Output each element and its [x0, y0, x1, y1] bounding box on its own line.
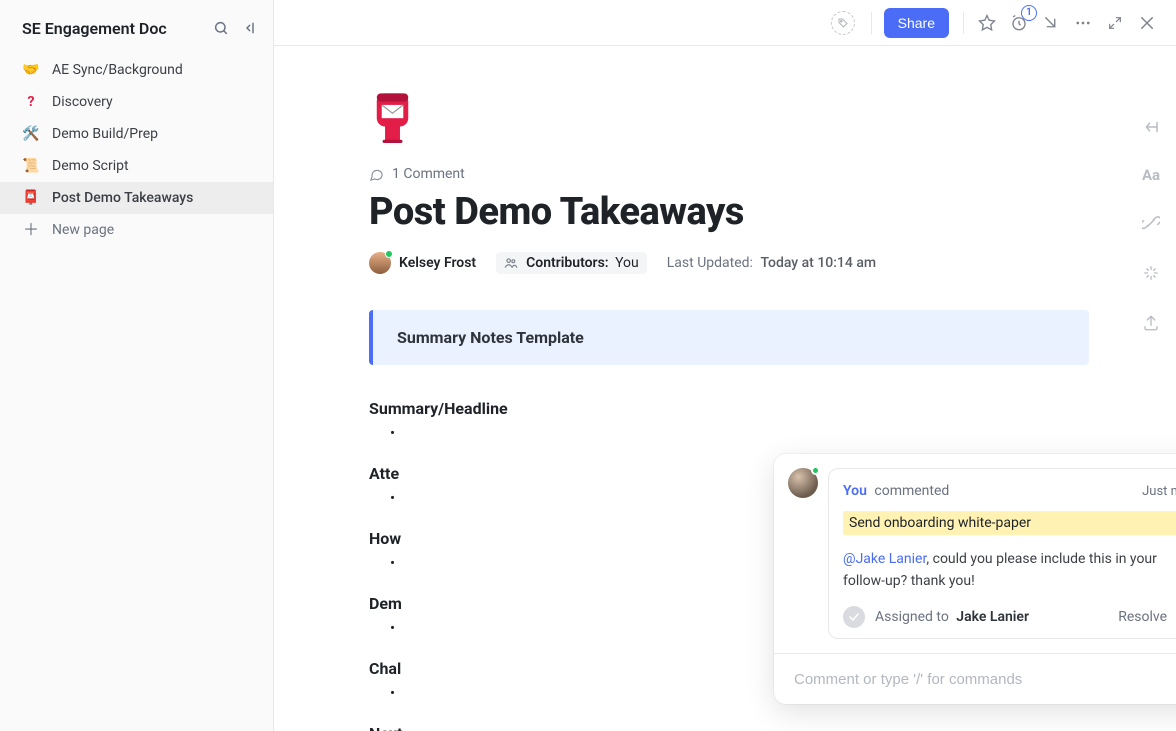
comment-author: You commented: [843, 483, 949, 499]
assigned-name: Jake Lanier: [956, 609, 1029, 625]
comment-input[interactable]: [792, 670, 1176, 689]
close-icon[interactable]: [1132, 8, 1162, 38]
notification-badge: 1: [1021, 5, 1037, 21]
divider: [963, 12, 964, 34]
comment-message: @Jake Lanier, could you please include t…: [843, 549, 1176, 592]
scroll-icon: 📜: [22, 158, 40, 174]
comment-popup: You commented Just now Send onboarding w…: [774, 454, 1176, 704]
collapse-sidebar-icon[interactable]: [239, 16, 263, 40]
author-you: You: [843, 483, 867, 499]
reminder-icon[interactable]: 1: [1004, 8, 1034, 38]
question-icon: ?: [22, 94, 40, 110]
updated-value: Today at 10:14 am: [760, 255, 876, 271]
sidebar-item-label: AE Sync/Background: [52, 62, 183, 78]
text-style-icon[interactable]: Aa: [1142, 166, 1160, 184]
sidebar-header: SE Engagement Doc: [0, 6, 273, 52]
action-commented: commented: [874, 483, 949, 499]
contributors-label: Contributors:: [526, 255, 608, 271]
link-icon[interactable]: [1140, 212, 1162, 234]
topbar: Share 1: [274, 0, 1176, 46]
updated-label: Last Updated:: [667, 255, 753, 271]
sidebar-item-discovery[interactable]: ? Discovery: [0, 86, 273, 118]
sidebar-item-label: Discovery: [52, 94, 113, 110]
section-next: Next: [369, 724, 1089, 731]
contributors-value: You: [615, 255, 639, 271]
sidebar-item-demo-build[interactable]: 🛠️ Demo Build/Prep: [0, 118, 273, 150]
assigned-label: Assigned to: [875, 609, 949, 625]
sparkle-icon[interactable]: [1140, 262, 1162, 284]
expand-icon[interactable]: [1100, 8, 1130, 38]
section-summary: Summary/Headline: [369, 399, 1089, 418]
postbox-icon: 📮: [22, 190, 40, 206]
owner-name: Kelsey Frost: [399, 255, 476, 271]
sidebar-item-post-demo[interactable]: 📮 Post Demo Takeaways: [0, 182, 273, 214]
comments-count-text: 1 Comment: [392, 166, 465, 182]
comment-card: You commented Just now Send onboarding w…: [828, 468, 1176, 639]
empty-bullet[interactable]: [370, 424, 1089, 446]
sidebar-item-label: Demo Build/Prep: [52, 126, 158, 142]
tag-icon[interactable]: [831, 11, 855, 35]
star-icon[interactable]: [972, 8, 1002, 38]
sidebar-new-page[interactable]: ＋ New page: [0, 214, 273, 246]
main: Share 1: [274, 0, 1176, 731]
comment-time: Just now: [1142, 484, 1176, 499]
tools-icon: 🛠️: [22, 126, 40, 142]
mention-link[interactable]: @Jake Lanier: [843, 551, 926, 567]
plus-icon: ＋: [22, 222, 40, 238]
quoted-text: Send onboarding white-paper: [843, 511, 1176, 535]
new-page-label: New page: [52, 222, 114, 238]
avatar: [369, 252, 391, 274]
page-meta: Kelsey Frost Contributors: You Last Upda…: [369, 252, 1089, 274]
more-icon[interactable]: [1068, 8, 1098, 38]
divider: [871, 12, 872, 34]
sidebar-item-ae-sync[interactable]: 🤝 AE Sync/Background: [0, 54, 273, 86]
page-title: Post Demo Takeaways: [369, 190, 1089, 234]
sidebar-item-label: Demo Script: [52, 158, 129, 174]
outdent-icon[interactable]: [1140, 116, 1162, 138]
search-icon[interactable]: [209, 16, 233, 40]
share-button[interactable]: Share: [884, 8, 949, 38]
comment-icon: [369, 167, 384, 182]
resolve-button[interactable]: Resolve: [1118, 609, 1167, 625]
assigned-to: Assigned to Jake Lanier: [875, 609, 1029, 625]
contributors[interactable]: Contributors: You: [496, 252, 647, 274]
sidebar-nav: 🤝 AE Sync/Background ? Discovery 🛠️ Demo…: [0, 54, 273, 246]
callout-summary-template[interactable]: Summary Notes Template: [369, 310, 1089, 365]
download-icon[interactable]: [1036, 8, 1066, 38]
doc-title: SE Engagement Doc: [22, 19, 203, 38]
check-icon: [843, 606, 865, 628]
right-rail: Aa: [1140, 116, 1162, 334]
comments-count[interactable]: 1 Comment: [369, 166, 1089, 182]
upload-icon[interactable]: [1140, 312, 1162, 334]
avatar: [788, 468, 818, 498]
sidebar-item-demo-script[interactable]: 📜 Demo Script: [0, 150, 273, 182]
sidebar: SE Engagement Doc 🤝 AE Sync/Background ?…: [0, 0, 274, 731]
page-owner[interactable]: Kelsey Frost: [369, 252, 476, 274]
page-emoji-postbox[interactable]: [369, 90, 421, 148]
last-updated: Last Updated: Today at 10:14 am: [667, 255, 876, 271]
sidebar-item-label: Post Demo Takeaways: [52, 190, 193, 206]
people-icon: [504, 256, 518, 270]
handshake-icon: 🤝: [22, 62, 40, 78]
